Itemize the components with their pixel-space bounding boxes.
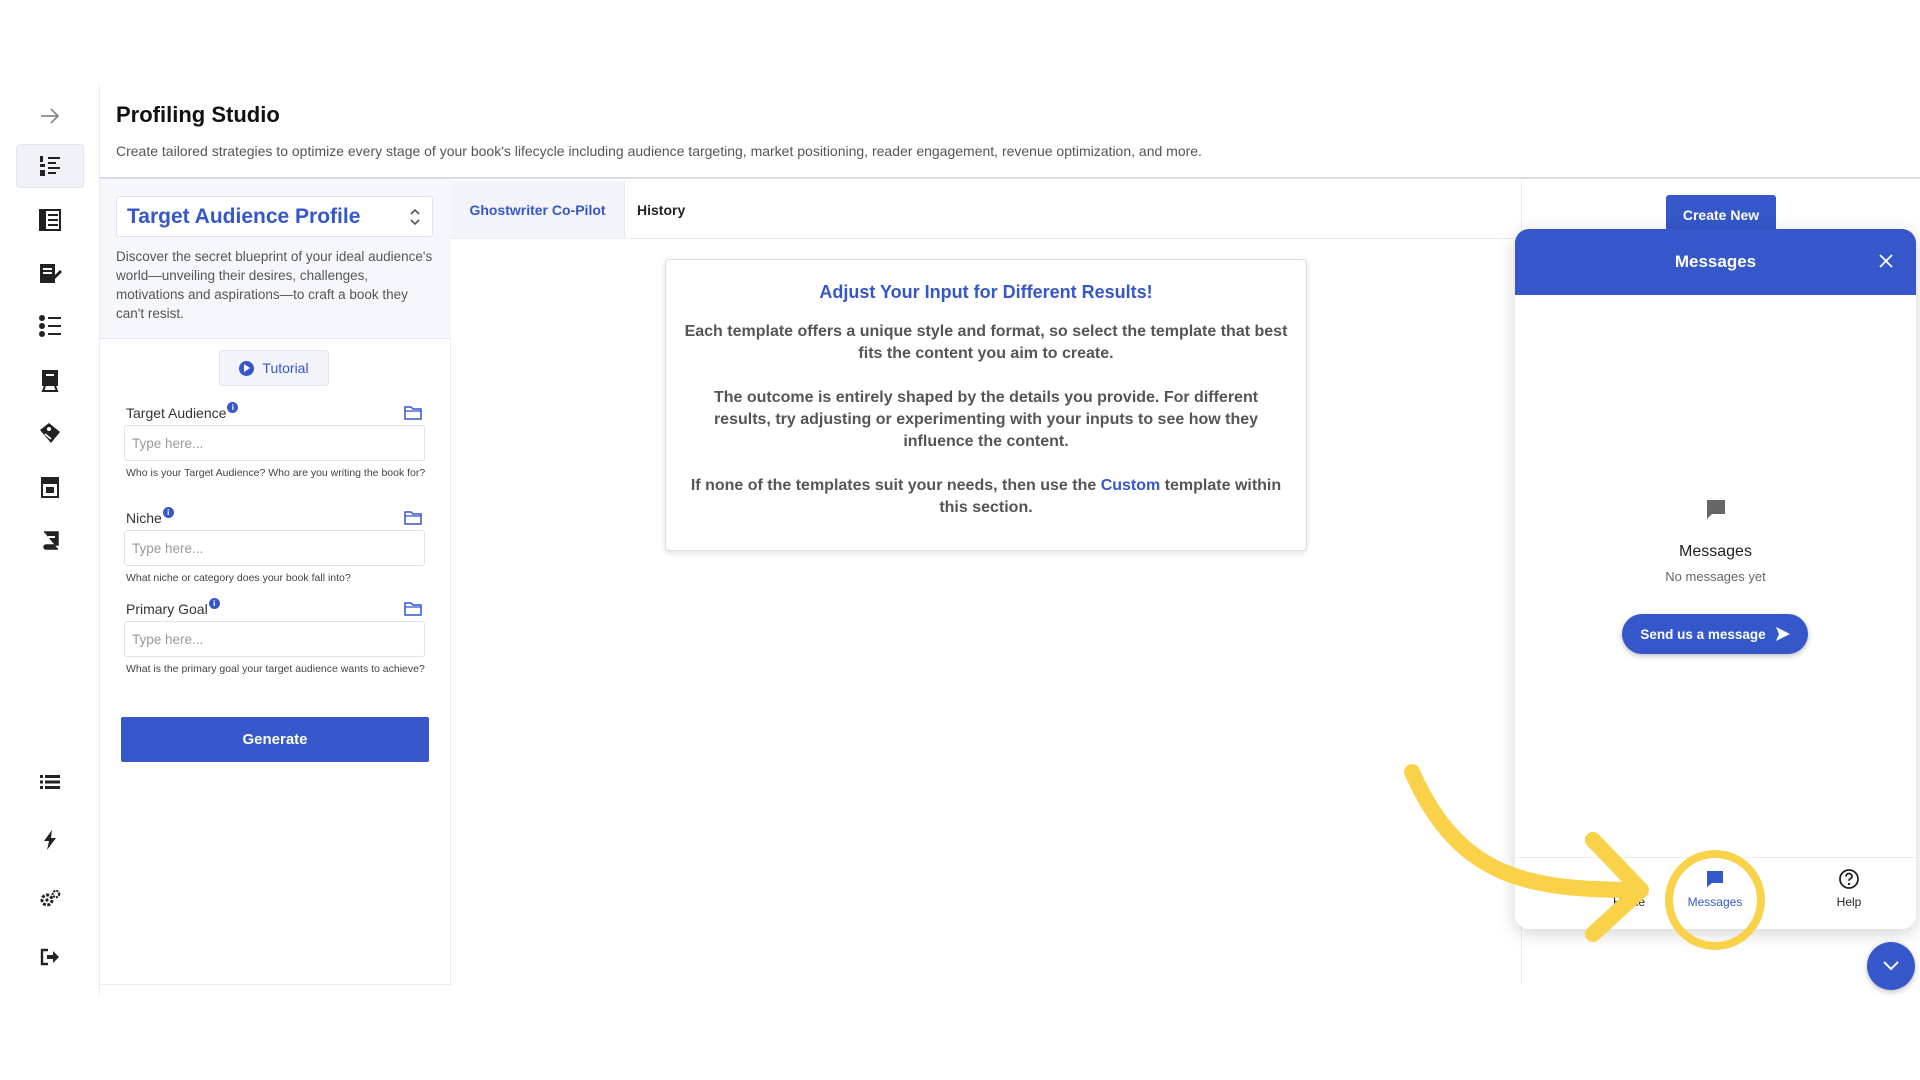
empty-state-title: Messages [1679,543,1752,560]
target-audience-help: Who is your Target Audience? Who are you… [126,467,426,479]
nav-messages[interactable]: Messages [1655,868,1775,924]
nav-help-label: Help [1836,895,1862,909]
info-icon[interactable]: i [208,598,220,609]
book-tag-icon [40,423,60,443]
messages-widget-nav: Home Messages Help [1515,857,1916,929]
primary-goal-help: What is the primary goal your target aud… [126,663,425,675]
chevron-up-down-icon [410,208,420,225]
template-header: Target Audience Profile Discover the sec… [100,179,451,339]
custom-template-link[interactable]: Custom [1101,477,1161,494]
niche-label-text: Niche [126,510,162,526]
lightning-icon [44,830,56,850]
expand-sidebar-button[interactable] [16,94,84,138]
folder-icon[interactable] [404,510,422,525]
sidebar-item-outline[interactable] [16,304,84,348]
info-card-p3-before: If none of the templates suit your needs… [690,477,1101,494]
help-icon [1839,869,1859,889]
book-layout-icon [39,209,61,231]
book-stand-icon [41,370,59,392]
tutorial-label: Tutorial [262,360,309,376]
chevron-down-icon [1883,961,1899,971]
info-icon[interactable]: i [162,507,174,518]
send-message-button[interactable]: Send us a message [1622,614,1808,654]
toggle-chat-button[interactable] [1867,942,1915,990]
sidebar-item-publishing[interactable] [16,358,84,402]
numbered-list-icon [40,156,60,176]
tutorial-button[interactable]: Tutorial [219,350,329,386]
arrow-right-icon [41,108,60,124]
logout-icon [40,948,59,966]
left-rail [0,84,100,996]
page-subtitle: Create tailored strategies to optimize e… [116,143,1202,159]
niche-help: What niche or category does your book fa… [126,572,351,584]
sidebar-item-profiling[interactable] [16,144,84,188]
messages-icon [1707,871,1723,887]
play-icon [239,360,255,376]
niche-label: Niche i [126,507,174,526]
gears-icon [40,889,61,907]
info-card-paragraph-3: If none of the templates suit your needs… [684,475,1288,519]
folder-icon[interactable] [404,601,422,616]
sidebar-item-quick[interactable] [16,818,84,862]
send-icon [1775,627,1790,641]
tab-ghostwriter-copilot[interactable]: Ghostwriter Co-Pilot [451,181,625,238]
empty-state-subtitle: No messages yet [1665,569,1766,584]
sidebar-item-store[interactable] [16,465,84,509]
tab-history[interactable]: History [637,181,685,238]
chat-bubble-icon [1707,500,1725,519]
target-audience-input[interactable] [124,425,425,461]
template-config-panel: Target Audience Profile Discover the sec… [100,179,451,985]
book-edit-icon [40,264,62,283]
info-icon[interactable]: i [227,402,239,413]
niche-input[interactable] [124,530,425,566]
sidebar-item-settings[interactable] [16,877,84,921]
send-message-label: Send us a message [1640,626,1766,642]
target-audience-label-text: Target Audience [126,405,227,421]
target-audience-label: Target Audience i [126,402,239,421]
book-icon [43,531,59,550]
info-card-title: Adjust Your Input for Different Results! [819,282,1153,302]
nav-home-label: Home [1612,895,1645,909]
template-select[interactable]: Target Audience Profile [116,196,433,237]
storefront-icon [41,477,59,498]
sidebar-item-layout[interactable] [16,198,84,242]
content-tabs: Ghostwriter Co-Pilot History [451,181,1521,239]
info-card-paragraph-2: The outcome is entirely shaped by the de… [713,389,1259,450]
messages-widget: Messages Messages No messages yet Send u… [1515,229,1916,929]
home-icon [1622,873,1636,881]
primary-goal-label: Primary Goal i [126,598,220,617]
messages-widget-title: Messages [1674,252,1757,271]
primary-goal-label-text: Primary Goal [126,601,208,617]
page-title: Profiling Studio [116,102,280,127]
sidebar-item-logout[interactable] [16,935,84,979]
close-icon[interactable] [1876,251,1896,271]
list-icon [40,775,60,789]
sidebar-item-editor[interactable] [16,251,84,295]
sidebar-item-marketing[interactable] [16,411,84,455]
sidebar-item-library[interactable] [16,518,84,562]
nav-messages-label: Messages [1687,895,1743,909]
messages-widget-header: Messages [1515,229,1916,295]
checklist-icon [39,315,61,337]
nav-help[interactable]: Help [1789,868,1909,924]
primary-goal-input[interactable] [124,621,425,657]
folder-icon[interactable] [404,405,422,420]
info-card: Adjust Your Input for Different Results!… [665,259,1307,551]
generate-button[interactable]: Generate [121,717,429,762]
template-select-value: Target Audience Profile [127,204,361,228]
info-card-paragraph-1: Each template offers a unique style and … [684,323,1288,362]
sidebar-item-list[interactable] [16,760,84,804]
template-description: Discover the secret blueprint of your id… [116,249,433,321]
